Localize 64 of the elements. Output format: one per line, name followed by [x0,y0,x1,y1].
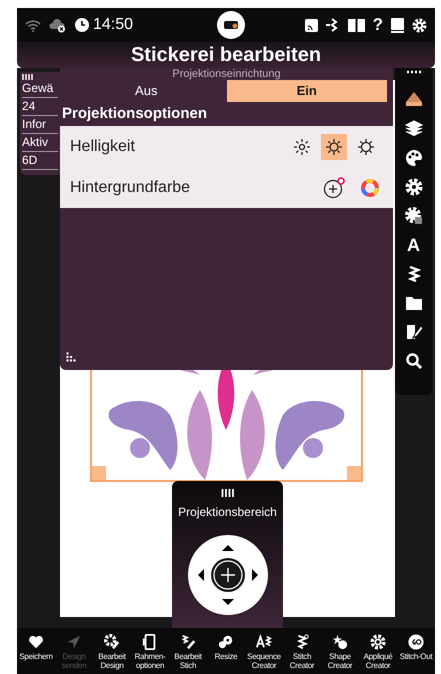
cast-icon[interactable] [304,18,318,32]
star-shape-icon [332,634,348,650]
popup-title: Projektionseinrichtung [171,68,282,80]
search-icon[interactable] [404,352,422,370]
clock-time: 14:50 [93,15,134,35]
gear-icon[interactable] [404,178,422,196]
toolbar-button[interactable]: Resize [207,634,245,661]
help-icon[interactable]: ? [372,12,383,38]
book-icon[interactable] [348,18,365,32]
edit-icon[interactable] [404,323,422,341]
go-icon [408,634,424,650]
toolbar-button[interactable]: Bearbeit Stich [169,634,207,670]
send-icon [66,634,82,650]
add-color-icon[interactable] [323,176,345,198]
folder-icon[interactable] [404,294,422,312]
color-wheel-icon[interactable] [361,178,379,196]
bluetooth-icon[interactable] [326,18,340,32]
direction-pad[interactable] [188,535,268,615]
toolbar-button[interactable]: Shape Creator [321,634,359,670]
more-icon[interactable] [406,70,422,74]
cloud-off-icon [49,18,67,32]
toolbar-button[interactable]: Stitch Creator [283,634,321,670]
info-text: 6D [22,152,58,170]
resize-grip-icon[interactable] [66,352,78,362]
toggle-tab[interactable]: Ein [226,80,387,102]
settings-icon[interactable] [412,18,427,32]
drag-handle-icon[interactable] [220,489,234,497]
toolbar-button[interactable]: Stitch-Out [397,634,435,661]
info-text: Gewä [22,80,58,98]
toolbar-button[interactable]: Bearbeit Design [93,634,131,670]
gear-grid-icon[interactable] [404,207,422,225]
info-text: 24 [22,98,58,116]
layers-icon[interactable] [404,120,422,138]
brightness-icon [325,138,343,156]
heart-icon [28,634,44,650]
brightness-option[interactable] [321,134,347,160]
toolbar-button[interactable]: Rahmen-optionen [131,634,169,670]
stitch-pencil-icon [180,634,196,650]
toolbar-button[interactable]: Appliqué Creator [359,634,397,670]
option-label: Hintergrundfarbe [70,178,192,198]
flower-pencil-icon [104,634,120,650]
frame-icon [142,634,158,650]
window-title: Stickerei bearbeiten [130,45,322,65]
section-heading: Projektionsoptionen [62,104,208,124]
flowers-icon [218,634,234,650]
drag-handle-icon[interactable] [22,74,34,80]
info-text: Aktiv [22,134,58,152]
manual-icon[interactable] [391,18,404,32]
panel-title: Projektionsbereich [178,504,277,521]
letter-stitch-icon [256,634,272,650]
brightness-icon [357,138,375,156]
info-text: Infor [22,116,58,134]
flower-patch-icon [370,634,386,650]
toolbar-button[interactable]: Speichern [17,634,55,661]
toolbar-button[interactable]: Sequence Creator [245,634,283,670]
clock-icon [75,18,89,32]
hoop-icon[interactable] [404,91,422,109]
machine-icon[interactable] [216,11,245,39]
text-tool-icon[interactable]: A [407,236,420,254]
palette-icon[interactable] [404,149,422,167]
option-label: Helligkeit [70,136,136,156]
wifi-icon [25,18,41,32]
zigzag-stitch-icon [294,634,310,650]
brightness-icon [293,138,311,156]
